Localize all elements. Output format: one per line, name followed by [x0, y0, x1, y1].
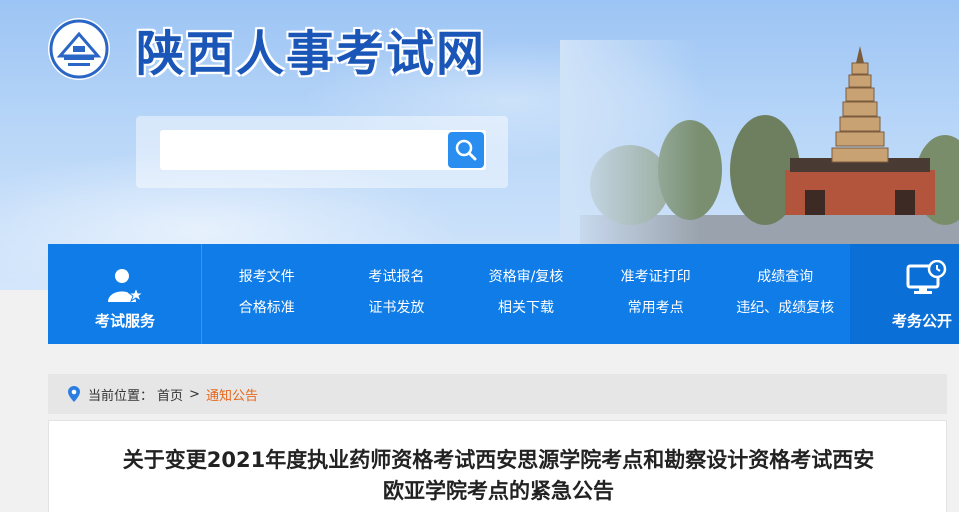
nav-link-score-query[interactable]: 成绩查询	[720, 262, 850, 293]
site-logo-icon[interactable]	[46, 16, 112, 82]
pagoda-scenery-image	[560, 40, 959, 250]
user-star-icon	[108, 269, 145, 303]
site-title[interactable]: 陕西人事考试网	[136, 14, 486, 84]
nav-link-qualification-review[interactable]: 资格审/复核	[461, 262, 591, 293]
search-box	[136, 116, 508, 188]
main-navbar: 考试服务 报考文件 考试报名 资格审/复核 准考证打印 成绩查询 合格标准 证书…	[48, 244, 959, 344]
breadcrumb: 当前位置： 首页 > 通知公告	[48, 374, 947, 414]
nav-link-downloads[interactable]: 相关下载	[461, 293, 591, 324]
search-input[interactable]	[160, 130, 486, 170]
nav-links-grid: 报考文件 考试报名 资格审/复核 准考证打印 成绩查询 合格标准 证书发放 相关…	[202, 262, 850, 332]
nav-link-exam-sites[interactable]: 常用考点	[591, 293, 721, 324]
breadcrumb-home-link[interactable]: 首页	[157, 385, 183, 404]
monitor-clock-icon	[906, 260, 947, 294]
breadcrumb-separator: >	[189, 386, 200, 402]
nav-link-exam-documents[interactable]: 报考文件	[202, 262, 332, 293]
exam-affairs-label: 考务公开	[892, 312, 953, 330]
nav-link-admission-ticket[interactable]: 准考证打印	[591, 262, 721, 293]
breadcrumb-current-link[interactable]: 通知公告	[206, 385, 258, 404]
nav-link-exam-registration[interactable]: 考试报名	[332, 262, 462, 293]
search-button[interactable]	[448, 132, 484, 168]
nav-link-certificate-issue[interactable]: 证书发放	[332, 293, 462, 324]
article-panel: 关于变更2021年度执业药师资格考试西安思源学院考点和勘察设计资格考试西安 欧亚…	[48, 420, 947, 512]
nav-link-pass-standard[interactable]: 合格标准	[202, 293, 332, 324]
location-pin-icon	[68, 386, 80, 402]
nav-link-violation-score-review[interactable]: 违纪、成绩复核	[720, 293, 850, 324]
exam-service-section[interactable]: 考试服务	[48, 244, 202, 344]
article-title-line-1: 关于变更2021年度执业药师资格考试西安思源学院考点和勘察设计资格考试西安	[122, 448, 875, 472]
exam-affairs-section[interactable]: 考务公开	[850, 244, 959, 344]
article-title: 关于变更2021年度执业药师资格考试西安思源学院考点和勘察设计资格考试西安 欧亚…	[69, 445, 928, 507]
article-title-line-2: 欧亚学院考点的紧急公告	[383, 479, 614, 503]
exam-service-label: 考试服务	[94, 312, 155, 330]
search-icon	[455, 139, 477, 161]
breadcrumb-prefix: 当前位置：	[88, 388, 154, 404]
